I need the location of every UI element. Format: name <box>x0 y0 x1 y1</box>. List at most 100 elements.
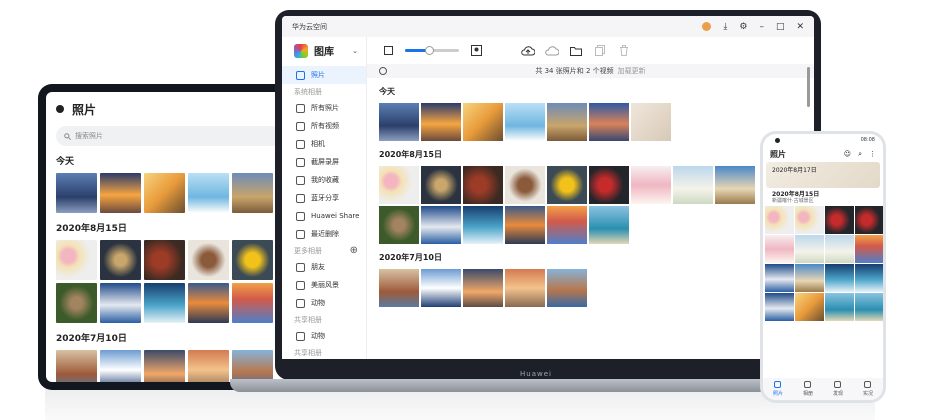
photo-thumbnail[interactable] <box>144 350 185 382</box>
photo-thumbnail[interactable] <box>673 166 713 204</box>
sidebar-item-recently-deleted[interactable]: 最近删除 <box>282 225 366 243</box>
minimize-icon[interactable]: – <box>759 22 764 32</box>
sidebar-item-screenshots[interactable]: 截屏录屏 <box>282 153 366 171</box>
photo-thumbnail[interactable] <box>855 206 883 234</box>
photo-thumbnail[interactable] <box>100 283 141 323</box>
photo-thumbnail[interactable] <box>421 103 461 141</box>
large-thumb-icon[interactable] <box>469 44 483 58</box>
app-brand[interactable]: 图库 ⌄ <box>282 43 366 66</box>
photo-thumbnail[interactable] <box>56 240 97 280</box>
photo-thumbnail[interactable] <box>100 240 141 280</box>
avatar[interactable] <box>702 22 712 31</box>
phone-memory-card[interactable]: 2020年8月17日 <box>766 162 880 188</box>
zoom-slider[interactable] <box>405 46 459 55</box>
vertical-scrollbar[interactable] <box>807 67 810 107</box>
copy-icon[interactable] <box>593 44 607 58</box>
photo-thumbnail[interactable] <box>589 206 629 244</box>
photo-thumbnail[interactable] <box>379 269 419 307</box>
photo-thumbnail[interactable] <box>505 103 545 141</box>
folder-icon[interactable] <box>569 44 583 58</box>
photo-thumbnail[interactable] <box>188 350 229 382</box>
sidebar-item-friends[interactable]: 朋友 <box>282 258 366 276</box>
photo-thumbnail[interactable] <box>505 269 545 307</box>
photo-thumbnail[interactable] <box>855 264 883 292</box>
photo-thumbnail[interactable] <box>463 206 503 244</box>
photo-thumbnail[interactable] <box>188 240 229 280</box>
photo-thumbnail[interactable] <box>379 206 419 244</box>
photo-thumbnail[interactable] <box>547 269 587 307</box>
sync-cloud-icon[interactable] <box>545 44 559 58</box>
download-icon[interactable]: ⤓ <box>723 22 727 32</box>
photo-thumbnail[interactable] <box>505 206 545 244</box>
photo-thumbnail[interactable] <box>505 166 545 204</box>
photo-thumbnail[interactable] <box>825 206 854 234</box>
sidebar-item-camera[interactable]: 相机 <box>282 135 366 153</box>
photo-thumbnail[interactable] <box>232 240 273 280</box>
photo-thumbnail[interactable] <box>232 173 273 213</box>
photo-thumbnail[interactable] <box>765 293 794 321</box>
photo-thumbnail[interactable] <box>379 103 419 141</box>
photo-thumbnail[interactable] <box>589 166 629 204</box>
tab-0[interactable]: 照片 <box>773 381 783 397</box>
photo-thumbnail[interactable] <box>188 283 229 323</box>
photo-thumbnail[interactable] <box>463 269 503 307</box>
photo-thumbnail[interactable] <box>765 235 794 263</box>
photo-thumbnail[interactable] <box>547 103 587 141</box>
photo-thumbnail[interactable] <box>855 235 883 263</box>
update-link[interactable]: 加载更新 <box>618 66 646 76</box>
photo-thumbnail[interactable] <box>855 293 883 321</box>
photo-thumbnail[interactable] <box>421 206 461 244</box>
photo-thumbnail[interactable] <box>825 264 854 292</box>
people-icon[interactable]: ☺ <box>844 150 851 159</box>
photo-thumbnail[interactable] <box>795 293 824 321</box>
photo-thumbnail[interactable] <box>379 166 419 204</box>
sidebar-item-all-videos[interactable]: 所有视频 <box>282 117 366 135</box>
photo-thumbnail[interactable] <box>421 269 461 307</box>
photo-thumbnail[interactable] <box>232 350 273 382</box>
photo-thumbnail[interactable] <box>232 283 273 323</box>
sidebar-item-all-photos[interactable]: 所有照片 <box>282 99 366 117</box>
photo-thumbnail[interactable] <box>825 235 854 263</box>
photo-thumbnail[interactable] <box>547 166 587 204</box>
photo-thumbnail[interactable] <box>825 293 854 321</box>
photo-thumbnail[interactable] <box>715 166 755 204</box>
photo-thumbnail[interactable] <box>144 240 185 280</box>
photo-thumbnail[interactable] <box>631 103 671 141</box>
photo-thumbnail[interactable] <box>547 206 587 244</box>
photo-thumbnail[interactable] <box>100 350 141 382</box>
tab-2[interactable]: 发现 <box>833 381 843 397</box>
photo-thumbnail[interactable] <box>56 283 97 323</box>
sidebar-item-huawei-share[interactable]: Huawei Share <box>282 207 366 225</box>
photo-thumbnail[interactable] <box>765 264 794 292</box>
photo-thumbnail[interactable] <box>463 166 503 204</box>
sidebar-item-bluetooth-share[interactable]: 蓝牙分享 <box>282 189 366 207</box>
photo-thumbnail[interactable] <box>631 166 671 204</box>
trash-icon[interactable] <box>617 44 631 58</box>
sidebar-item-scenery[interactable]: 美丽风景 <box>282 276 366 294</box>
photo-thumbnail[interactable] <box>795 235 824 263</box>
photo-thumbnail[interactable] <box>795 264 824 292</box>
sidebar-item-animals[interactable]: 动物 <box>282 294 366 312</box>
photo-thumbnail[interactable] <box>795 206 824 234</box>
more-icon[interactable]: ⋮ <box>869 150 876 159</box>
photo-thumbnail[interactable] <box>765 206 794 234</box>
tab-1[interactable]: 相册 <box>803 381 813 397</box>
photo-thumbnail[interactable] <box>144 173 185 213</box>
upload-cloud-icon[interactable] <box>521 44 535 58</box>
photo-thumbnail[interactable] <box>421 166 461 204</box>
small-thumb-icon[interactable] <box>381 44 395 58</box>
sidebar-item-photos[interactable]: 照片 <box>282 66 366 84</box>
tab-3[interactable]: 实况 <box>863 381 873 397</box>
gear-icon[interactable]: ⚙ <box>739 22 747 32</box>
photo-thumbnail[interactable] <box>144 283 185 323</box>
photo-thumbnail[interactable] <box>463 103 503 141</box>
maximize-icon[interactable]: □ <box>776 22 785 32</box>
search-icon[interactable]: ⌕ <box>858 150 862 159</box>
sidebar-item-favorites[interactable]: 我的收藏 <box>282 171 366 189</box>
photo-thumbnail[interactable] <box>56 350 97 382</box>
sidebar-item-shared-animals[interactable]: 动物 <box>282 327 366 345</box>
add-album-icon[interactable]: ⊕ <box>350 245 358 256</box>
photo-thumbnail[interactable] <box>56 173 97 213</box>
tablet-search-input[interactable]: 搜索照片 <box>56 126 282 146</box>
close-icon[interactable]: ✕ <box>796 22 804 32</box>
